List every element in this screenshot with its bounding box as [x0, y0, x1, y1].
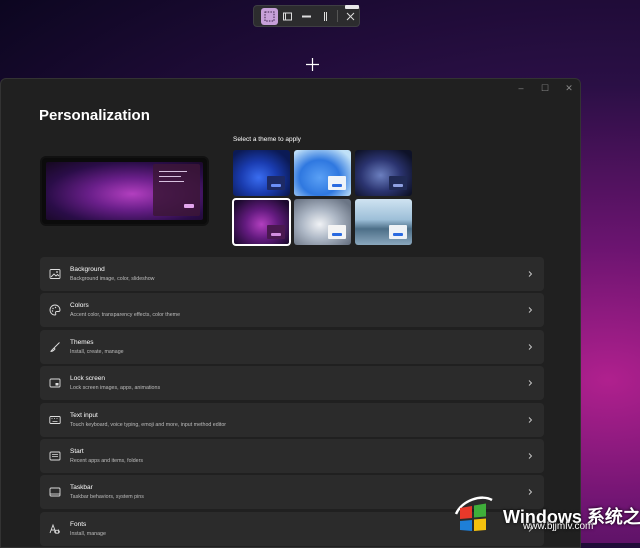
fullscreen-snip-button[interactable] [298, 8, 315, 25]
window-snip-icon [283, 12, 293, 20]
keyboard-icon [49, 415, 61, 424]
settings-list: Background Background image, color, slid… [40, 257, 544, 548]
theme-tile-bloom-light[interactable] [294, 150, 351, 196]
chevron-right-icon [528, 307, 533, 314]
chevron-right-icon [528, 380, 533, 386]
setting-subtitle: Background image, color, slideshow [70, 276, 155, 282]
chevron-right-icon [528, 453, 533, 459]
chevron-right-icon [528, 416, 533, 423]
chevron-right-icon [528, 343, 533, 350]
fonts-icon [49, 523, 60, 534]
setting-subtitle: Install, manage [70, 530, 106, 537]
setting-row-colors[interactable]: Colors Accent color, transparency effect… [40, 293, 544, 328]
window-controls: – ☐ ✕ [516, 83, 574, 93]
setting-subtitle: Taskbar behaviors, system pins [70, 494, 144, 501]
brush-icon [50, 341, 60, 352]
image-icon [49, 269, 61, 279]
start-icon [49, 451, 61, 461]
fullscreen-snip-icon [302, 15, 312, 17]
close-snip-button[interactable] [342, 8, 359, 25]
rectangle-snip-button[interactable] [261, 7, 278, 25]
theme-grid [232, 150, 413, 247]
setting-title: Taskbar [70, 484, 93, 492]
taskbar-icon [49, 487, 61, 497]
setting-subtitle: Accent color, transparency effects, colo… [70, 312, 181, 319]
setting-row-lock-screen[interactable]: Lock screen Lock screen images, apps, an… [40, 366, 544, 401]
theme-tile-captured-motion[interactable] [355, 150, 412, 196]
setting-subtitle: Recent apps and items, folders [70, 457, 144, 464]
setting-title: Themes [70, 338, 94, 346]
toolbar-divider [337, 10, 339, 22]
close-window-button[interactable]: ✕ [564, 83, 574, 93]
close-icon [346, 12, 355, 20]
chevron-right-icon [528, 489, 533, 496]
theme-tile-flow[interactable] [294, 199, 351, 245]
setting-title: Colors [70, 302, 89, 310]
setting-title: Fonts [70, 520, 87, 528]
setting-row-background[interactable]: Background Background image, color, slid… [40, 257, 544, 291]
chevron-right-icon [528, 271, 533, 277]
palette-icon [49, 304, 61, 316]
setting-title: Lock screen [70, 375, 106, 383]
maximize-button[interactable]: ☐ [540, 83, 550, 93]
setting-row-themes[interactable]: Themes Install, create, manage [40, 329, 544, 364]
theme-tile-bloom-blue[interactable] [233, 150, 290, 196]
freeform-snip-icon [323, 11, 327, 21]
preview-window [153, 164, 200, 216]
theme-tile-glow[interactable] [232, 198, 291, 246]
setting-subtitle: Install, create, manage [70, 348, 124, 355]
theme-tile-sunrise[interactable] [355, 199, 412, 245]
setting-title: Background [70, 266, 105, 273]
snip-toolbar [253, 5, 360, 27]
themes-label: Select a theme to apply [233, 136, 301, 143]
minimize-button[interactable]: – [516, 83, 526, 93]
setting-row-text-input[interactable]: Text input Touch keyboard, voice typing,… [40, 402, 544, 437]
theme-preview [40, 156, 209, 226]
setting-row-taskbar[interactable]: Taskbar Taskbar behaviors, system pins [40, 475, 544, 510]
freeform-snip-button[interactable] [317, 8, 334, 25]
settings-window: – ☐ ✕ Personalization Select a theme to … [0, 78, 581, 548]
setting-row-start[interactable]: Start Recent apps and items, folders [40, 438, 544, 473]
crosshair-cursor-icon [306, 58, 319, 71]
lock-screen-icon [49, 378, 61, 388]
window-snip-button[interactable] [280, 8, 297, 25]
chevron-right-icon [528, 525, 533, 532]
setting-subtitle: Lock screen images, apps, animations [70, 385, 161, 392]
setting-subtitle: Touch keyboard, voice typing, emoji and … [70, 421, 227, 428]
setting-row-fonts[interactable]: Fonts Install, manage [40, 511, 544, 546]
rectangle-snip-icon [264, 11, 275, 21]
snip-tooltip-tag [345, 5, 359, 9]
setting-title: Text input [70, 411, 98, 419]
page-title: Personalization [39, 107, 150, 124]
setting-title: Start [70, 447, 84, 455]
